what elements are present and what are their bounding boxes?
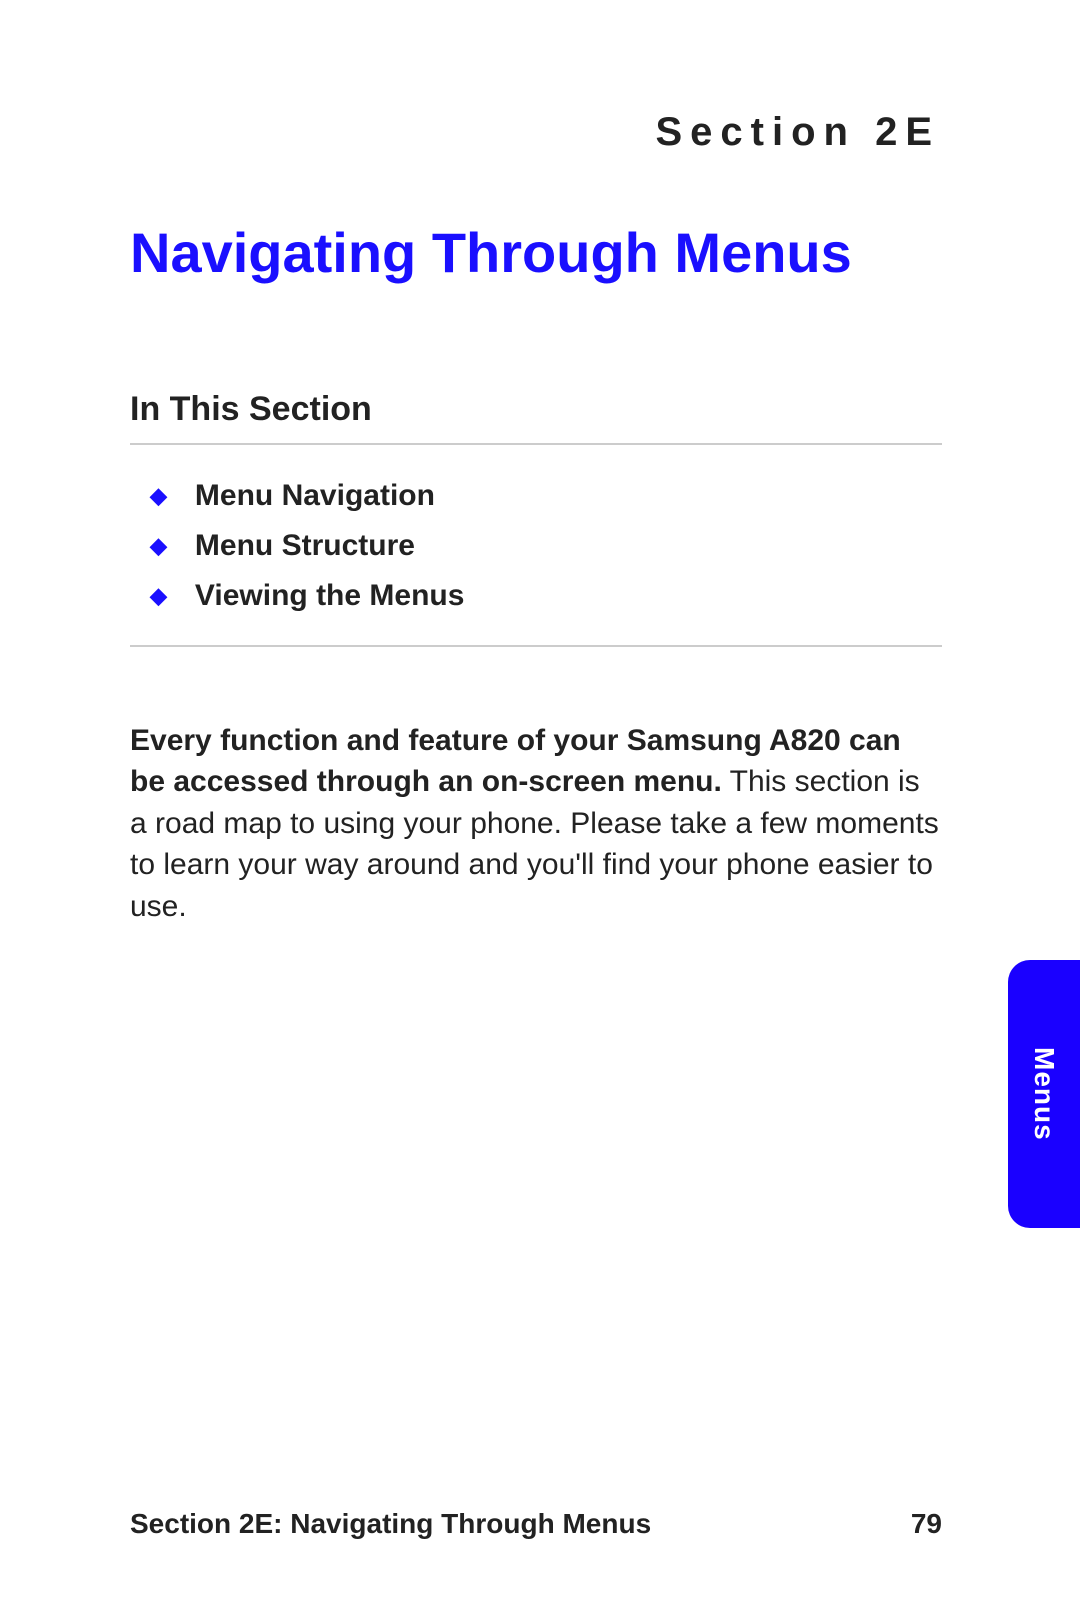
page-footer: Section 2E: Navigating Through Menus 79 <box>130 1508 942 1540</box>
body-paragraph: Every function and feature of your Samsu… <box>130 720 942 927</box>
toc-list: ◆ Menu Navigation ◆ Menu Structure ◆ Vie… <box>130 445 942 647</box>
page-title: Navigating Through Menus <box>130 220 852 285</box>
toc-item-label: Menu Structure <box>195 529 415 563</box>
toc-item-label: Viewing the Menus <box>195 579 465 613</box>
document-page: Section 2E Navigating Through Menus In T… <box>0 0 1080 1620</box>
side-tab-label: Menus <box>1028 1047 1060 1141</box>
diamond-icon: ◆ <box>150 533 167 559</box>
footer-page-number: 79 <box>911 1508 942 1540</box>
toc-item: ◆ Menu Structure <box>130 521 942 571</box>
section-label: Section 2E <box>655 110 940 155</box>
in-this-section-block: In This Section ◆ Menu Navigation ◆ Menu… <box>130 390 942 647</box>
diamond-icon: ◆ <box>150 583 167 609</box>
in-this-section-heading: In This Section <box>130 390 942 445</box>
side-tab: Menus <box>1008 960 1080 1228</box>
toc-item-label: Menu Navigation <box>195 479 435 513</box>
toc-item: ◆ Menu Navigation <box>130 471 942 521</box>
toc-item: ◆ Viewing the Menus <box>130 571 942 621</box>
diamond-icon: ◆ <box>150 483 167 509</box>
footer-left: Section 2E: Navigating Through Menus <box>130 1508 651 1540</box>
